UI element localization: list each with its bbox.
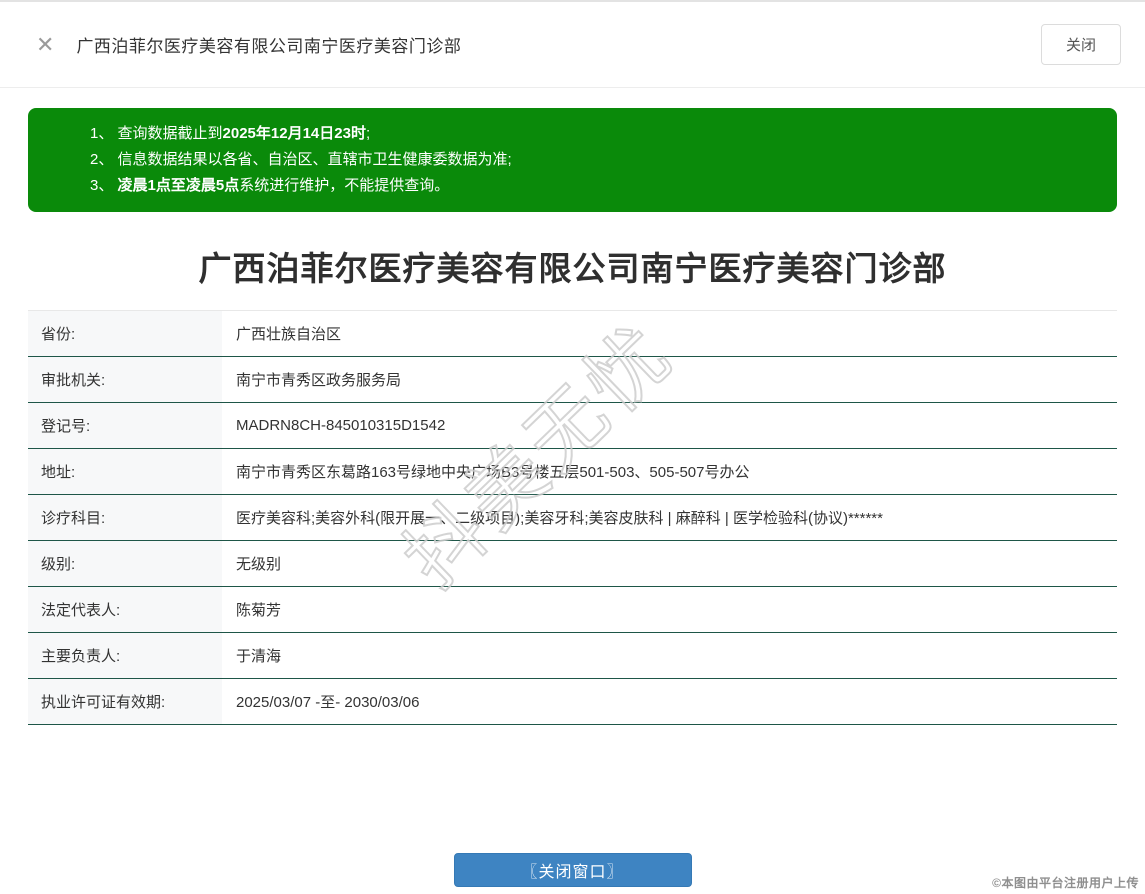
row-value: 医疗美容科;美容外科(限开展一、二级项目);美容牙科;美容皮肤科 | 麻醉科 |… <box>222 507 883 528</box>
table-row: 级别:无级别 <box>28 541 1117 587</box>
table-row: 登记号:MADRN8CH-845010315D1542 <box>28 403 1117 449</box>
table-row: 诊疗科目:医疗美容科;美容外科(限开展一、二级项目);美容牙科;美容皮肤科 | … <box>28 495 1117 541</box>
notice-line: 2、 信息数据结果以各省、自治区、直辖市卫生健康委数据为准; <box>90 147 1097 173</box>
notice-line: 1、 查询数据截止到2025年12月14日23时; <box>90 121 1097 147</box>
row-value: 无级别 <box>222 553 281 574</box>
row-label: 登记号: <box>28 403 222 448</box>
row-value: MADRN8CH-845010315D1542 <box>222 417 445 434</box>
footer: 〖关闭窗口〗 <box>0 853 1145 887</box>
row-value: 于清海 <box>222 645 281 666</box>
row-label: 审批机关: <box>28 357 222 402</box>
table-row: 地址:南宁市青秀区东葛路163号绿地中央广场B3号楼五层501-503、505-… <box>28 449 1117 495</box>
row-label: 省份: <box>28 311 222 356</box>
table-row: 法定代表人:陈菊芳 <box>28 587 1117 633</box>
notice-box: 1、 查询数据截止到2025年12月14日23时;2、 信息数据结果以各省、自治… <box>28 108 1117 212</box>
row-value: 南宁市青秀区东葛路163号绿地中央广场B3号楼五层501-503、505-507… <box>222 461 749 482</box>
row-label: 地址: <box>28 449 222 494</box>
close-window-button[interactable]: 〖关闭窗口〗 <box>454 853 692 887</box>
row-value: 2025/03/07 -至- 2030/03/06 <box>222 691 419 712</box>
row-label: 法定代表人: <box>28 587 222 632</box>
notice-line: 3、 凌晨1点至凌晨5点系统进行维护，不能提供查询。 <box>90 173 1097 199</box>
table-row: 审批机关:南宁市青秀区政务服务局 <box>28 357 1117 403</box>
row-label: 执业许可证有效期: <box>28 679 222 724</box>
row-value: 陈菊芳 <box>222 599 281 620</box>
table-row: 主要负责人:于清海 <box>28 633 1117 679</box>
header-title: 广西泊菲尔医疗美容有限公司南宁医疗美容门诊部 <box>76 32 461 57</box>
row-label: 诊疗科目: <box>28 495 222 540</box>
table-row: 执业许可证有效期:2025/03/07 -至- 2030/03/06 <box>28 679 1117 725</box>
row-value: 广西壮族自治区 <box>222 323 341 344</box>
page-title: 广西泊菲尔医疗美容有限公司南宁医疗美容门诊部 <box>0 242 1145 290</box>
close-icon[interactable]: ✕ <box>36 34 54 56</box>
row-label: 级别: <box>28 541 222 586</box>
dialog-page: ✕ 广西泊菲尔医疗美容有限公司南宁医疗美容门诊部 关闭 1、 查询数据截止到20… <box>0 0 1145 894</box>
copyright-note: ©本图由平台注册用户上传 <box>992 874 1139 891</box>
row-value: 南宁市青秀区政务服务局 <box>222 369 401 390</box>
row-label: 主要负责人: <box>28 633 222 678</box>
header-bar: ✕ 广西泊菲尔医疗美容有限公司南宁医疗美容门诊部 关闭 <box>0 2 1145 88</box>
close-button[interactable]: 关闭 <box>1041 24 1121 65</box>
info-table: 省份:广西壮族自治区审批机关:南宁市青秀区政务服务局登记号:MADRN8CH-8… <box>28 310 1117 725</box>
table-row: 省份:广西壮族自治区 <box>28 311 1117 357</box>
